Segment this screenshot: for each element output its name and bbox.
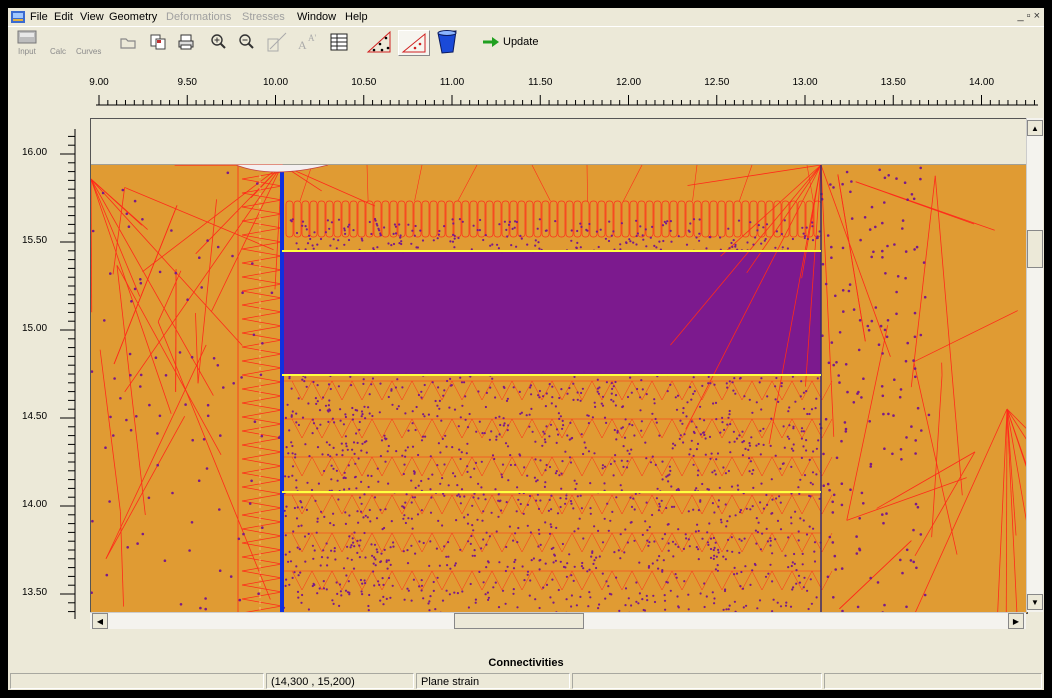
- x-ruler-label: 13.50: [880, 77, 906, 88]
- menu-view[interactable]: View: [80, 11, 104, 23]
- x-ruler-label: 11.00: [439, 77, 465, 88]
- y-ruler-label: 15.50: [22, 235, 48, 246]
- status-cell-empty-3: [824, 673, 1042, 689]
- copy-icon: [150, 34, 166, 50]
- x-ruler-label: 12.50: [704, 77, 730, 88]
- status-analysis-mode: Plane strain: [416, 673, 570, 689]
- connectivity-icon: [401, 32, 426, 53]
- scroll-left-button[interactable]: ◀: [92, 613, 108, 629]
- table-button[interactable]: [326, 30, 352, 54]
- print-button[interactable]: [174, 30, 198, 54]
- x-ruler-label: 10.50: [351, 77, 377, 88]
- menu-stresses[interactable]: Stresses: [242, 11, 285, 23]
- app-icon[interactable]: [10, 9, 26, 25]
- x-ruler-label: 9.00: [89, 77, 109, 88]
- mesh-nodes-button[interactable]: [364, 30, 394, 54]
- plot-background-top: [91, 119, 1027, 165]
- scroll-down-button[interactable]: ▼: [1027, 594, 1043, 610]
- horizontal-ruler: 9.00 9.50 10.00 10.50 11.00 11.50 12.00 12.50 13…: [8, 57, 1044, 109]
- x-ruler-label: 11.50: [528, 77, 553, 88]
- view-caption: Connectivities: [8, 648, 1044, 672]
- zoom-in-icon: [211, 34, 226, 49]
- status-cell-empty-2: [572, 673, 822, 689]
- calc-button[interactable]: Calc: [46, 30, 72, 56]
- input-button[interactable]: Input: [12, 30, 42, 56]
- menu-deformations[interactable]: Deformations: [166, 11, 231, 23]
- menu-file[interactable]: File: [30, 11, 48, 23]
- menu-geometry[interactable]: Geometry: [109, 11, 157, 23]
- menu-edit[interactable]: Edit: [54, 11, 73, 23]
- scroll-up-button[interactable]: ▲: [1027, 120, 1043, 136]
- zoom-out-button[interactable]: [234, 30, 258, 54]
- green-arrow-icon: [483, 37, 499, 47]
- vertical-ruler-ticks: [60, 129, 76, 619]
- zoom-in-button[interactable]: [206, 30, 230, 54]
- scroll-right-button[interactable]: ▶: [1008, 613, 1024, 629]
- x-ruler-label: 12.00: [615, 77, 642, 88]
- mesh-plot[interactable]: [90, 118, 1028, 614]
- printer-icon: [178, 34, 194, 50]
- x-ruler-label: 14.00: [968, 77, 995, 88]
- vertical-scrollbar[interactable]: ▲ ▼: [1026, 118, 1043, 612]
- connectivity-button[interactable]: [398, 30, 430, 56]
- curves-button[interactable]: Curves: [74, 30, 104, 56]
- x-ruler-label: 10.00: [262, 77, 289, 88]
- y-ruler-label: 15.00: [22, 323, 48, 334]
- label-button[interactable]: A A': [294, 30, 320, 54]
- selection-icon: [267, 32, 287, 52]
- y-ruler-label: 13.50: [22, 587, 48, 598]
- input-icon: [17, 30, 37, 44]
- cross-section-button[interactable]: [432, 30, 462, 54]
- menu-window[interactable]: Window: [297, 11, 336, 23]
- status-cell-empty-1: [10, 673, 264, 689]
- horizontal-scroll-thumb[interactable]: [454, 613, 584, 629]
- calc-label: Calc: [50, 47, 67, 56]
- table-icon: [330, 33, 348, 51]
- vertical-ruler: 16.00 15.50 15.00 14.50 14.00 13.50: [8, 109, 90, 629]
- plaxis-output-window: File Edit View Geometry Deformations Str…: [8, 8, 1044, 690]
- open-folder-icon: [120, 38, 136, 49]
- status-bar: (14,300 , 15,200) Plane strain: [8, 672, 1044, 690]
- svg-text:A: A: [298, 38, 307, 52]
- vertical-scroll-thumb[interactable]: [1027, 230, 1043, 268]
- bucket-icon: [437, 30, 457, 54]
- x-ruler-label: 13.00: [792, 77, 818, 88]
- y-ruler-label: 16.00: [22, 147, 48, 158]
- update-label: Update: [503, 36, 539, 48]
- copy-button[interactable]: [146, 30, 170, 54]
- svg-text:A': A': [308, 33, 316, 43]
- menu-help[interactable]: Help: [345, 11, 368, 23]
- status-coordinates: (14,300 , 15,200): [266, 673, 414, 689]
- input-label: Input: [18, 47, 36, 56]
- y-ruler-label: 14.50: [22, 411, 48, 422]
- toolbar: Input Calc Curves A A' Update: [8, 26, 1044, 58]
- y-ruler-label: 14.00: [22, 499, 48, 510]
- selection-button[interactable]: [264, 30, 290, 54]
- zoom-out-icon: [239, 34, 254, 49]
- menu-bar: File Edit View Geometry Deformations Str…: [8, 8, 1044, 26]
- horizontal-scrollbar[interactable]: ◀ ▶: [90, 612, 1026, 629]
- curves-label: Curves: [76, 47, 102, 56]
- mesh-nodes-icon: [366, 30, 391, 53]
- x-ruler-label: 9.50: [177, 77, 197, 88]
- mesh-elements: [91, 164, 1027, 613]
- open-button[interactable]: [116, 30, 140, 54]
- update-button[interactable]: Update: [482, 30, 552, 54]
- label-icon: A A': [298, 33, 316, 52]
- window-controls[interactable]: _ ▫ ×: [1017, 10, 1040, 22]
- mesh-canvas: [91, 119, 1027, 613]
